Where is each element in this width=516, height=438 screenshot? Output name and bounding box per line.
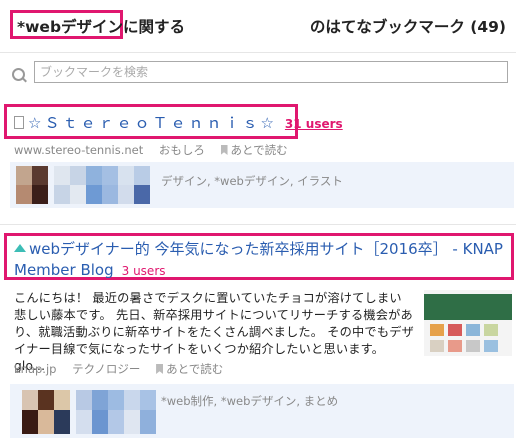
user-avatar[interactable] [54,185,70,204]
user-avatar[interactable] [16,166,32,185]
comment-area: デザイン, *webデザイン, イラスト [10,162,514,208]
user-avatar[interactable] [38,390,54,410]
user-avatar[interactable] [124,410,140,434]
user-avatar[interactable] [118,185,134,204]
user-avatar[interactable] [134,166,150,185]
thumbnail-block [466,340,480,352]
divider [0,224,516,225]
user-avatar[interactable] [102,185,118,204]
user-avatar[interactable] [134,185,150,204]
thumbnail-header [424,294,512,320]
user-avatar[interactable] [76,390,92,410]
user-avatar[interactable] [108,410,124,434]
title-suffix: に関する [123,18,186,36]
triangle-icon [14,244,26,252]
user-avatar[interactable] [86,185,102,204]
entry-thumbnail[interactable] [424,290,512,356]
user-avatar[interactable] [54,390,70,410]
user-avatar[interactable] [32,166,48,185]
user-avatar[interactable] [54,166,70,185]
entry-meta: www.stereo-tennis.net おもしろ あとで読む [14,142,312,158]
user-avatar[interactable] [140,390,156,410]
user-avatar[interactable] [70,185,86,204]
entry-category[interactable]: おもしろ [159,143,205,157]
user-avatar[interactable] [118,166,134,185]
thumbnail-block [484,324,498,336]
user-avatar[interactable] [86,166,102,185]
tag-name[interactable]: *webデザイン [17,18,123,36]
entry-category[interactable]: テクノロジー [72,362,140,376]
thumbnail-block [466,324,480,336]
user-avatar[interactable] [22,410,38,434]
users-count[interactable]: 31 users [285,117,343,131]
entry-title-link[interactable]: webデザイナー的 今年気になった新卒採用サイト［2016卒］ - KNAP M… [14,240,503,279]
thumbnail-block [448,324,462,336]
page-title: *webデザインに関する [17,15,185,37]
comment-tags: *web制作, *webデザイン, まとめ [161,394,339,408]
bookmark-icon [220,145,228,155]
users-count[interactable]: 3 users [122,264,166,278]
user-avatar[interactable] [108,390,124,410]
bookmark-count-title: のはてなブックマーク (49) [309,18,506,36]
user-avatar[interactable] [70,166,86,185]
user-avatar[interactable] [32,185,48,204]
search-icon [12,68,25,81]
entry-domain[interactable]: knap.jp [14,362,56,376]
search-input[interactable] [34,61,508,83]
user-avatar[interactable] [54,410,70,434]
thumbnail-block [430,340,444,352]
user-avatar[interactable] [140,410,156,434]
user-avatar[interactable] [22,390,38,410]
comment-tags: デザイン, *webデザイン, イラスト [161,174,343,188]
page-header: *webデザインに関する のはてなブックマーク (49) [0,0,516,53]
entry-title[interactable]: ☆ＳｔｅｒｅｏＴｅｎｎｉｓ☆ 31 users [14,112,343,133]
entry-meta: knap.jp テクノロジー あとで読む [14,361,247,377]
thumbnail-block [448,340,462,352]
entry-domain[interactable]: www.stereo-tennis.net [14,143,143,157]
user-avatar[interactable] [76,410,92,434]
entry-title[interactable]: webデザイナー的 今年気になった新卒採用サイト［2016卒］ - KNAP M… [14,239,514,282]
thumbnail-block [484,340,498,352]
user-avatar[interactable] [102,166,118,185]
read-later[interactable]: あとで読む [220,143,300,157]
thumbnail-block [430,324,444,336]
document-icon [14,116,24,129]
user-avatar[interactable] [124,390,140,410]
user-avatar[interactable] [92,390,108,410]
user-avatar[interactable] [16,185,32,204]
user-avatar[interactable] [38,410,54,434]
read-later[interactable]: あとで読む [156,362,235,376]
entry-title-link[interactable]: ☆ＳｔｅｒｅｏＴｅｎｎｉｓ☆ [28,114,277,132]
comment-area: *web制作, *webデザイン, まとめ [10,384,514,438]
bookmark-icon [156,364,164,374]
user-avatar[interactable] [92,410,108,434]
